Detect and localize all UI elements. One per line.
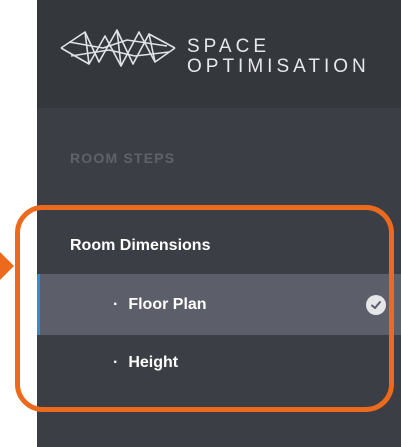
brand-header: SPACE OPTIMISATION xyxy=(37,0,401,108)
section-header: ROOM STEPS xyxy=(70,150,176,166)
check-circle-icon xyxy=(366,294,386,315)
sidebar-item-height[interactable]: · Height xyxy=(37,335,401,391)
sidebar: SPACE OPTIMISATION ROOM STEPS Room Dimen… xyxy=(37,0,401,447)
bullet-icon: · xyxy=(113,295,119,313)
sidebar-item-label: Room Dimensions xyxy=(70,237,211,254)
sidebar-item-label: Height xyxy=(128,354,179,371)
pointer-arrow-icon xyxy=(0,252,14,280)
brand-line-1: SPACE xyxy=(187,36,271,57)
checkmark-icon xyxy=(371,300,381,309)
wireframe-logo-icon xyxy=(60,29,176,67)
screen: SPACE OPTIMISATION ROOM STEPS Room Dimen… xyxy=(0,0,401,447)
bullet-icon: · xyxy=(113,354,119,371)
room-steps-menu: Room Dimensions · Floor Plan · Height xyxy=(37,218,401,391)
brand-line-2: OPTIMISATION xyxy=(187,56,370,77)
sidebar-item-room-dimensions[interactable]: Room Dimensions xyxy=(37,218,401,274)
brand-name: SPACE OPTIMISATION xyxy=(187,37,370,77)
sidebar-item-label: Floor Plan xyxy=(128,295,207,313)
sidebar-item-floor-plan[interactable]: · Floor Plan xyxy=(37,274,401,335)
